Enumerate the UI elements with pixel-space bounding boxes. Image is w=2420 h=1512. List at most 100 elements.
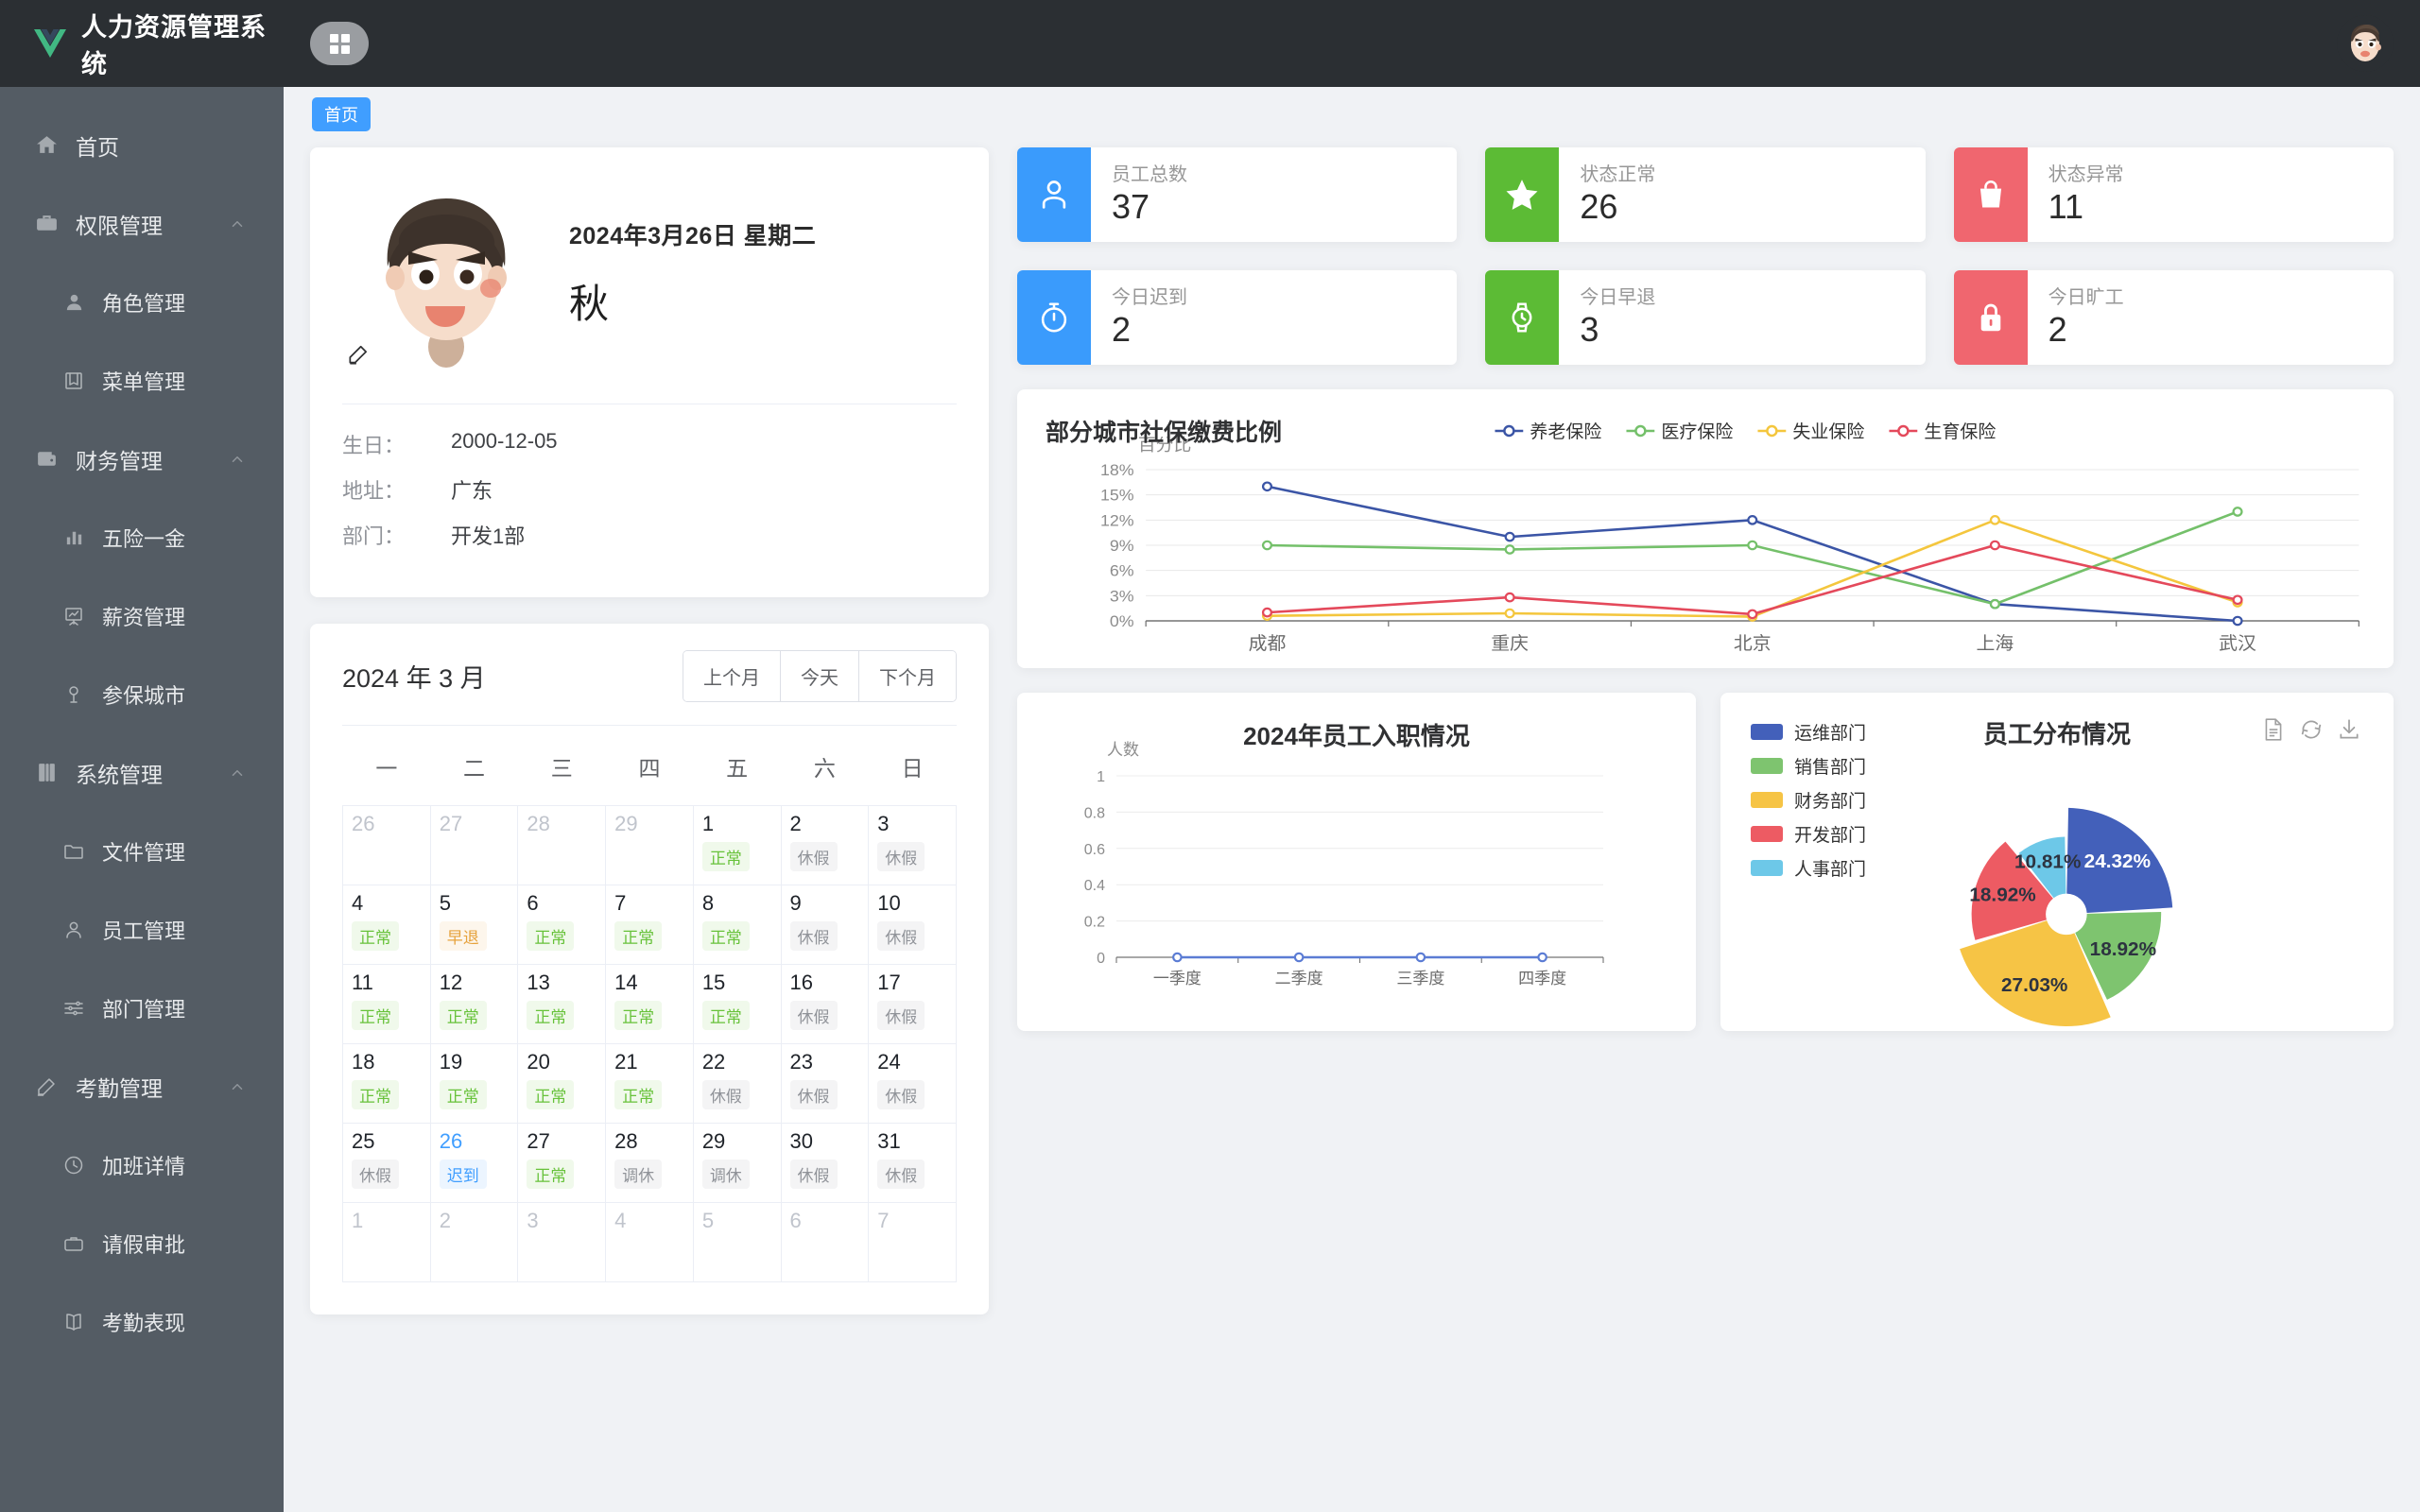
calendar-day-cell[interactable]: 24休假 (869, 1044, 957, 1124)
sidebar-item-11[interactable]: 部门管理 (0, 969, 284, 1047)
pie-legend-item-2[interactable]: 财务部门 (1751, 787, 1866, 813)
calendar-day-cell[interactable]: 27 (430, 806, 518, 885)
svg-text:0.6: 0.6 (1084, 842, 1105, 858)
stat-card-0[interactable]: 员工总数37 (1017, 147, 1457, 242)
sidebar-item-label: 薪资管理 (102, 601, 185, 631)
calendar-day-cell[interactable]: 15正常 (693, 965, 781, 1044)
legend-item-2[interactable]: 失业保险 (1757, 418, 1864, 443)
sidebar-item-13[interactable]: 加班详情 (0, 1125, 284, 1204)
avatar[interactable] (2337, 15, 2394, 72)
sidebar-item-4[interactable]: 财务管理 (0, 420, 284, 498)
legend-item-3[interactable]: 生育保险 (1889, 418, 1996, 443)
calendar-day-cell[interactable]: 2 (430, 1203, 518, 1282)
calendar-day-cell[interactable]: 5早退 (430, 885, 518, 965)
calendar-day-cell[interactable]: 6 (781, 1203, 869, 1282)
sidebar-item-10[interactable]: 员工管理 (0, 890, 284, 969)
calendar-day-cell[interactable]: 6正常 (518, 885, 606, 965)
refresh-icon[interactable] (2299, 717, 2324, 742)
calendar-day-cell[interactable]: 1 (343, 1203, 431, 1282)
pie-legend-item-4[interactable]: 人事部门 (1751, 855, 1866, 881)
sidebar-item-8[interactable]: 系统管理 (0, 733, 284, 812)
sidebar-item-9[interactable]: 文件管理 (0, 812, 284, 890)
calendar-day-cell[interactable]: 8正常 (693, 885, 781, 965)
calendar-day-cell[interactable]: 7正常 (606, 885, 694, 965)
calendar-day-cell[interactable]: 5 (693, 1203, 781, 1282)
sidebar-item-2[interactable]: 角色管理 (0, 263, 284, 341)
calendar-day-cell[interactable]: 10休假 (869, 885, 957, 965)
stat-card-4[interactable]: 今日早退3 (1485, 270, 1925, 365)
calendar-day-cell[interactable]: 7 (869, 1203, 957, 1282)
calendar-day-cell[interactable]: 12正常 (430, 965, 518, 1044)
attendance-status-badge: 休假 (877, 1160, 925, 1189)
calendar-day-cell[interactable]: 4 (606, 1203, 694, 1282)
stat-card-5[interactable]: 今日旷工2 (1954, 270, 2394, 365)
calendar-day-cell[interactable]: 26迟到 (430, 1124, 518, 1203)
calendar-day-cell[interactable]: 30休假 (781, 1124, 869, 1203)
sidebar-item-0[interactable]: 首页 (0, 106, 284, 184)
data-view-icon[interactable] (2261, 717, 2286, 742)
calendar-day-cell[interactable]: 22休假 (693, 1044, 781, 1124)
sidebar-item-3[interactable]: 菜单管理 (0, 341, 284, 420)
sidebar-item-5[interactable]: 五险一金 (0, 498, 284, 576)
calendar-day-cell[interactable]: 28 (518, 806, 606, 885)
calendar-day-number: 11 (352, 971, 430, 994)
next-month-button[interactable]: 下个月 (859, 651, 956, 701)
profile-field-label: 部门： (342, 520, 451, 550)
prev-month-button[interactable]: 上个月 (683, 651, 781, 701)
calendar-day-cell[interactable]: 26 (343, 806, 431, 885)
calendar-day-cell[interactable]: 31休假 (869, 1124, 957, 1203)
calendar-day-cell[interactable]: 23休假 (781, 1044, 869, 1124)
sidebar-item-12[interactable]: 考勤管理 (0, 1047, 284, 1125)
legend-item-0[interactable]: 养老保险 (1495, 418, 1601, 443)
pie-slice-label: 27.03% (2001, 974, 2067, 996)
calendar-day-cell[interactable]: 29调休 (693, 1124, 781, 1203)
breadcrumb-item-home[interactable]: 首页 (312, 97, 371, 131)
sidebar-item-7[interactable]: 参保城市 (0, 655, 284, 733)
chevron-up-icon[interactable] (229, 451, 246, 468)
calendar-day-cell[interactable]: 29 (606, 806, 694, 885)
sidebar-item-6[interactable]: 薪资管理 (0, 576, 284, 655)
sidebar-item-15[interactable]: 考勤表现 (0, 1282, 284, 1361)
chevron-up-icon[interactable] (229, 765, 246, 782)
calendar-day-cell[interactable]: 2休假 (781, 806, 869, 885)
today-button[interactable]: 今天 (781, 651, 859, 701)
calendar-day-cell[interactable]: 11正常 (343, 965, 431, 1044)
legend-item-1[interactable]: 医疗保险 (1626, 418, 1733, 443)
download-icon[interactable] (2337, 717, 2361, 742)
pie-legend-item-3[interactable]: 开发部门 (1751, 821, 1866, 847)
calendar-day-cell[interactable]: 1正常 (693, 806, 781, 885)
calendar-day-cell[interactable]: 21正常 (606, 1044, 694, 1124)
sidebar-item-1[interactable]: 权限管理 (0, 184, 284, 263)
calendar-day-cell[interactable]: 3 (518, 1203, 606, 1282)
calendar-day-cell[interactable]: 9休假 (781, 885, 869, 965)
chevron-up-icon[interactable] (229, 215, 246, 232)
brand[interactable]: 人力资源管理系统 (0, 0, 284, 87)
calendar-day-number: 8 (702, 892, 781, 915)
calendar-day-cell[interactable]: 3休假 (869, 806, 957, 885)
calendar-day-cell[interactable]: 17休假 (869, 965, 957, 1044)
chevron-up-icon[interactable] (229, 1078, 246, 1095)
pencil-edit-icon[interactable] (346, 343, 371, 368)
stat-card-1[interactable]: 状态正常26 (1485, 147, 1925, 242)
calendar-day-cell[interactable]: 25休假 (343, 1124, 431, 1203)
calendar-day-cell[interactable]: 28调休 (606, 1124, 694, 1203)
attendance-status-badge: 休假 (790, 1080, 838, 1109)
calendar-day-cell[interactable]: 18正常 (343, 1044, 431, 1124)
pie-legend-item-0[interactable]: 运维部门 (1751, 719, 1866, 745)
stat-card-3[interactable]: 今日迟到2 (1017, 270, 1457, 365)
calendar-day-cell[interactable]: 13正常 (518, 965, 606, 1044)
sidebar-item-label: 文件管理 (102, 836, 185, 867)
stat-card-2[interactable]: 状态异常11 (1954, 147, 2394, 242)
calendar-day-cell[interactable]: 14正常 (606, 965, 694, 1044)
calendar-day-cell[interactable]: 16休假 (781, 965, 869, 1044)
calendar-day-cell[interactable]: 20正常 (518, 1044, 606, 1124)
pie-legend-item-1[interactable]: 销售部门 (1751, 753, 1866, 779)
grid-menu-icon[interactable] (310, 22, 369, 65)
sidebar-item-14[interactable]: 请假审批 (0, 1204, 284, 1282)
calendar-weekday-0: 一 (343, 726, 431, 806)
calendar-day-cell[interactable]: 19正常 (430, 1044, 518, 1124)
calendar-day-cell[interactable]: 4正常 (343, 885, 431, 965)
pie-legend-label: 运维部门 (1794, 719, 1866, 745)
calendar-day-cell[interactable]: 27正常 (518, 1124, 606, 1203)
svg-text:0.8: 0.8 (1084, 805, 1105, 821)
